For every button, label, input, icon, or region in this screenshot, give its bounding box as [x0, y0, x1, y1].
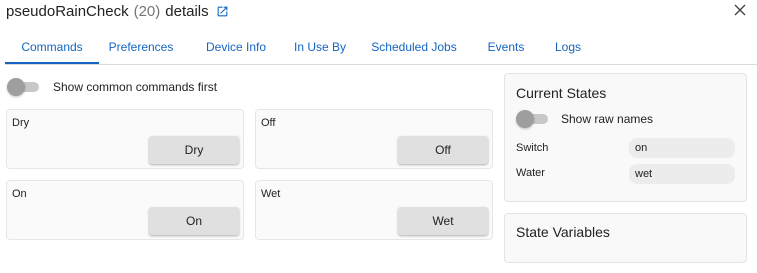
on-button[interactable]: On: [149, 207, 239, 235]
command-card-dry: Dry Dry: [6, 109, 244, 169]
device-name: pseudoRainCheck: [6, 2, 129, 20]
tab-events[interactable]: Events: [481, 32, 531, 62]
command-card-off: Off Off: [255, 109, 493, 169]
show-raw-names-toggle[interactable]: [516, 110, 548, 128]
show-common-commands-toggle[interactable]: [7, 78, 39, 96]
tab-preferences[interactable]: Preferences: [101, 32, 181, 62]
command-name: Wet: [261, 188, 281, 200]
tab-scheduled-jobs[interactable]: Scheduled Jobs: [367, 32, 461, 62]
tab-in-use-by[interactable]: In Use By: [288, 32, 352, 62]
current-states-panel: Current States Show raw names Switch on …: [504, 73, 747, 202]
current-states-title: Current States: [516, 85, 607, 101]
state-variables-title: State Variables: [516, 224, 610, 240]
dialog-title: pseudoRainCheck (20) details: [6, 1, 229, 21]
command-card-on: On On: [6, 180, 244, 240]
tab-commands[interactable]: Commands: [5, 32, 99, 64]
tab-device-info[interactable]: Device Info: [197, 32, 275, 62]
state-label-switch: Switch: [516, 142, 549, 154]
show-common-commands-label: Show common commands first: [53, 80, 218, 94]
command-card-wet: Wet Wet: [255, 180, 493, 240]
toggle-knob: [7, 78, 25, 96]
open-in-new-icon[interactable]: [216, 5, 229, 18]
wet-button[interactable]: Wet: [398, 207, 488, 235]
tab-logs[interactable]: Logs: [546, 32, 590, 62]
state-value-water: wet: [629, 164, 735, 184]
command-name: On: [12, 188, 27, 200]
tab-bar: Commands Preferences Device Info In Use …: [5, 32, 757, 65]
dry-button[interactable]: Dry: [149, 136, 239, 164]
command-name: Dry: [12, 117, 30, 129]
device-id: (20): [133, 2, 161, 20]
toggle-knob: [516, 110, 534, 128]
show-raw-names-label: Show raw names: [561, 112, 654, 126]
title-suffix: details: [165, 2, 209, 20]
state-label-water: Water: [516, 167, 545, 179]
state-variables-panel: State Variables: [504, 213, 747, 263]
close-icon[interactable]: [732, 2, 748, 18]
state-value-switch: on: [629, 138, 735, 158]
command-name: Off: [261, 117, 276, 129]
off-button[interactable]: Off: [398, 136, 488, 164]
